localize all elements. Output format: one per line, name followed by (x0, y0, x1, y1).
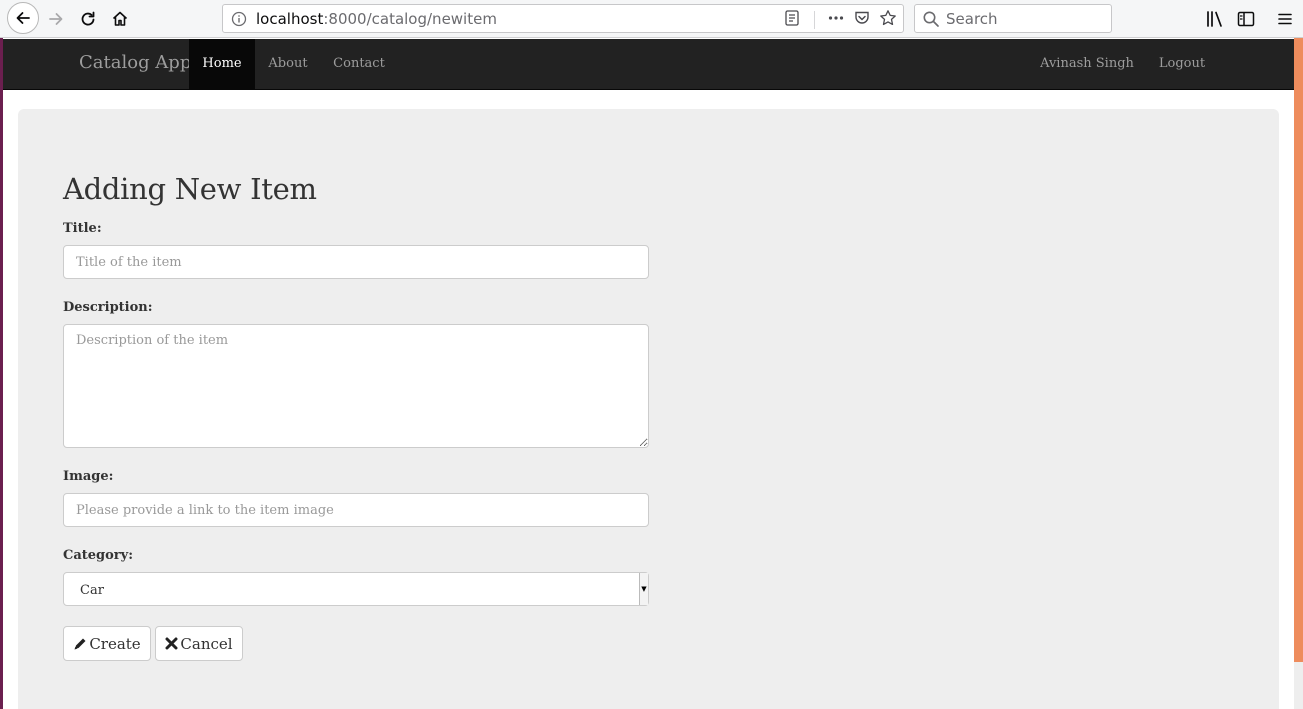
browser-toolbar: localhost:8000/catalog/newitem Search (0, 0, 1303, 38)
description-textarea[interactable] (63, 324, 649, 448)
brand-link[interactable]: Catalog App (79, 52, 191, 73)
info-icon[interactable] (231, 11, 247, 31)
app-navbar: Catalog App Home About Contact Avinash S… (3, 39, 1294, 90)
home-button[interactable] (105, 4, 135, 34)
url-path: :8000/catalog/newitem (323, 10, 497, 28)
title-input[interactable] (63, 245, 649, 279)
bookmark-star-icon[interactable] (879, 9, 897, 31)
category-label: Category: (63, 548, 134, 563)
nav-item-logout[interactable]: Logout (1145, 39, 1219, 89)
cancel-button-label: Cancel (180, 634, 233, 653)
pencil-icon (74, 638, 86, 649)
hamburger-menu-icon (1278, 13, 1292, 25)
caret-down-icon[interactable]: ▼ (639, 573, 648, 605)
search-bar[interactable]: Search (914, 4, 1112, 33)
scrollbar-thumb[interactable] (1294, 38, 1303, 662)
url-separator (814, 11, 815, 29)
library-button[interactable] (1203, 8, 1227, 30)
url-bar[interactable]: localhost:8000/catalog/newitem (222, 4, 904, 33)
close-icon (165, 637, 178, 650)
nav-item-contact[interactable]: Contact (321, 39, 397, 89)
title-label: Title: (63, 221, 102, 236)
arrow-left-icon (16, 12, 30, 24)
url-actions (784, 9, 897, 31)
search-placeholder: Search (946, 10, 998, 28)
category-selected-value: Car (80, 583, 104, 598)
url-text: localhost:8000/catalog/newitem (256, 10, 497, 28)
create-button-label: Create (89, 634, 141, 653)
reload-button[interactable] (73, 4, 103, 34)
arrow-right-icon (49, 13, 63, 25)
reader-view-icon[interactable] (784, 9, 800, 31)
menu-button[interactable] (1273, 8, 1297, 30)
category-select[interactable]: Car ▼ (63, 572, 649, 606)
more-actions-icon[interactable] (827, 9, 845, 31)
nav-item-about[interactable]: About (255, 39, 321, 89)
home-icon (112, 11, 128, 26)
nav-item-user[interactable]: Avinash Singh (1029, 39, 1145, 89)
nav-item-home[interactable]: Home (189, 39, 255, 89)
sidebar-button[interactable] (1234, 8, 1258, 30)
search-icon (922, 10, 940, 32)
pocket-icon[interactable] (853, 9, 871, 31)
back-button[interactable] (7, 2, 39, 34)
image-label: Image: (63, 469, 114, 484)
create-button[interactable]: Create (63, 626, 151, 661)
library-icon (1207, 11, 1222, 27)
url-host: localhost (256, 10, 324, 28)
window-edge (0, 38, 3, 709)
forward-button[interactable] (41, 4, 71, 34)
page-title: Adding New Item (63, 172, 317, 206)
image-url-input[interactable] (63, 493, 649, 527)
cancel-button[interactable]: Cancel (155, 626, 243, 661)
sidebar-icon (1237, 11, 1255, 27)
description-label: Description: (63, 300, 153, 315)
reload-icon (81, 11, 95, 26)
